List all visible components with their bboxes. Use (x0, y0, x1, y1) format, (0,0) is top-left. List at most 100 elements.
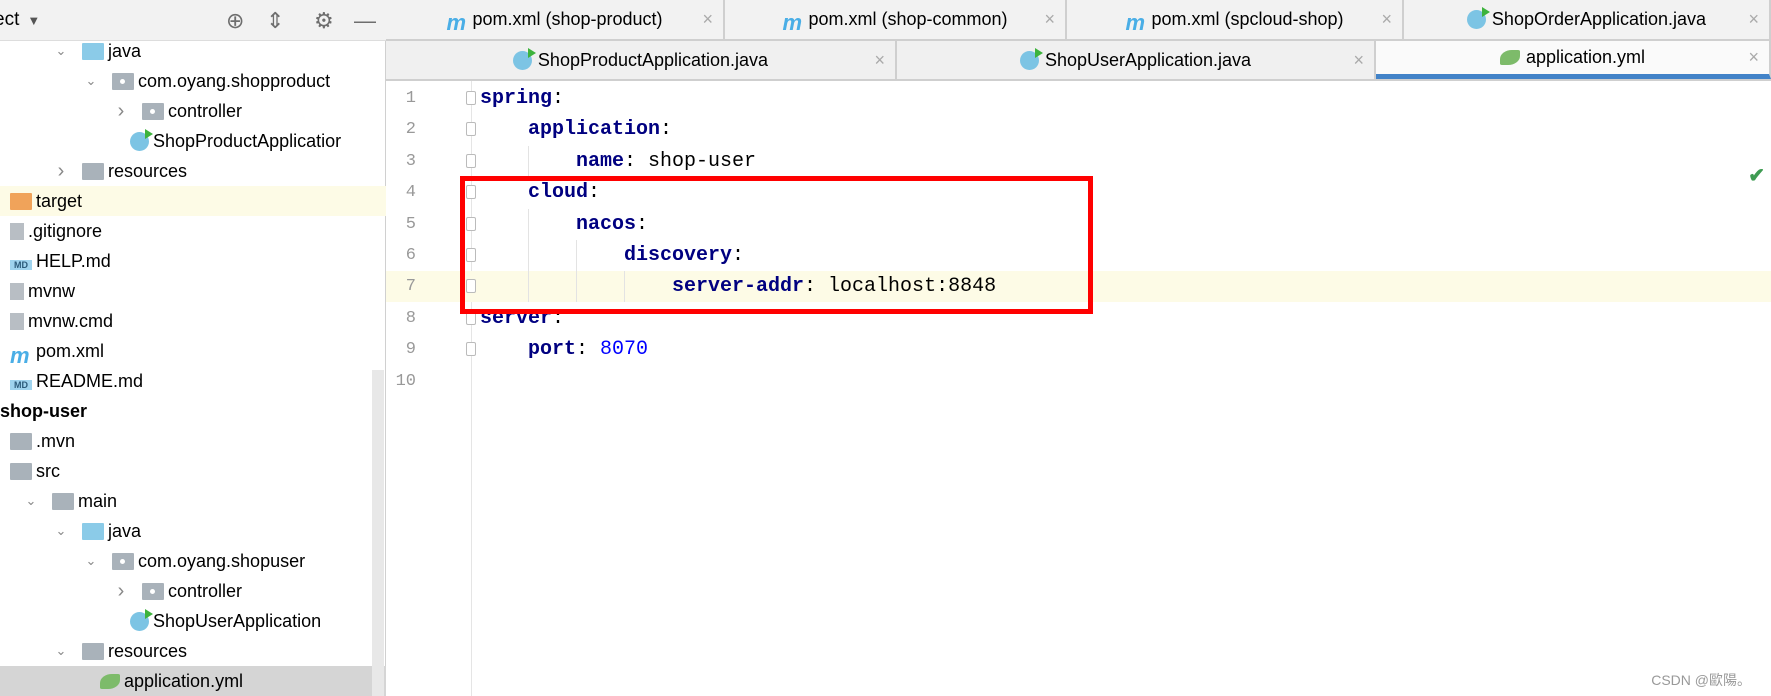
watermark: CSDN @歐陽。 (1651, 672, 1751, 688)
editor-tab[interactable]: ShopProductApplication.java × (386, 41, 897, 79)
spring-yml-icon (100, 673, 120, 689)
code-line[interactable]: 2 application: (386, 114, 1771, 145)
chevron-down-icon[interactable]: ⌄ (22, 493, 40, 509)
fold-marker-icon[interactable] (466, 342, 476, 357)
tree-item[interactable]: mvnw (0, 276, 386, 306)
maven-icon: m (1125, 9, 1146, 35)
editor-tab[interactable]: m pom.xml (shop-common) × (725, 0, 1067, 39)
tree-item-label: src (36, 460, 60, 481)
tree-item[interactable]: › controller (0, 96, 386, 126)
tree-item-label: pom.xml (36, 340, 105, 361)
close-tab-icon[interactable]: × (702, 9, 713, 30)
tree-item-label: resources (108, 160, 188, 181)
tree-item[interactable]: ⌄ java (0, 36, 386, 66)
line-number: 2 (405, 120, 416, 140)
file-icon (10, 312, 24, 330)
tab-label: pom.xml (shop-product) (472, 9, 663, 29)
tree-item[interactable]: ShopUserApplication (0, 606, 386, 636)
gear-icon[interactable]: ⚙ (314, 8, 334, 34)
tree-item[interactable]: ⌄ java (0, 516, 386, 546)
chevron-right-icon[interactable]: › (112, 580, 130, 603)
tree-item[interactable]: › controller (0, 576, 386, 606)
tree-item-label: shop-user (0, 400, 88, 421)
tree-item[interactable]: › resources (0, 156, 386, 186)
sidebar-scrollbar[interactable] (372, 370, 384, 696)
editor-tab[interactable]: m pom.xml (shop-product) × (386, 0, 725, 39)
tree-item[interactable]: .mvn (0, 426, 386, 456)
folder-icon (10, 462, 32, 480)
tree-item-label: mvnw (28, 280, 76, 301)
tab-label: ShopProductApplication.java (537, 49, 769, 70)
close-tab-icon[interactable]: × (1748, 47, 1759, 68)
md-icon: MD (10, 260, 32, 270)
code-line[interactable]: 10 (386, 366, 1771, 397)
tree-item[interactable]: application.yml (0, 666, 386, 696)
chevron-right-icon[interactable]: › (112, 100, 130, 123)
spring-class-icon (1019, 47, 1043, 70)
tree-item[interactable]: src (0, 456, 386, 486)
editor-tab[interactable]: ShopOrderApplication.java × (1404, 0, 1771, 39)
tree-item[interactable]: mvnw.cmd (0, 306, 386, 336)
spring-class-icon (130, 608, 153, 631)
line-number: 10 (395, 371, 416, 391)
fold-marker-icon[interactable] (466, 91, 476, 105)
minimize-icon[interactable]: — (354, 8, 376, 34)
tree-item[interactable]: shop-user (0, 396, 386, 426)
folder-blue-icon (82, 522, 104, 540)
tree-item[interactable]: .gitignore (0, 216, 386, 246)
tree-item-label: resources (108, 640, 188, 661)
tree-item-label: java (108, 40, 142, 61)
tree-item[interactable]: MD README.md (0, 366, 386, 396)
resources-folder-icon (82, 642, 104, 660)
spring-class-icon (1466, 7, 1490, 29)
tree-item[interactable]: ⌄ resources (0, 636, 386, 666)
editor-tab[interactable]: ShopUserApplication.java × (897, 41, 1376, 79)
fold-marker-icon[interactable] (466, 153, 476, 168)
close-tab-icon[interactable]: × (874, 50, 885, 71)
project-sidebar: ect ▼ ⊕ ⇕ ⚙ — ⌄ java ⌄ com.oyang.shopproduc… (0, 0, 386, 696)
maven-icon: m (10, 342, 30, 368)
close-tab-icon[interactable]: × (1353, 50, 1364, 71)
close-tab-icon[interactable]: × (1044, 9, 1055, 30)
yaml-key: port (528, 338, 577, 362)
project-view-title[interactable]: ect (0, 9, 19, 31)
yaml-key: spring (480, 87, 553, 110)
chevron-down-icon[interactable]: ⌄ (82, 73, 100, 89)
editor-tab[interactable]: application.yml × (1376, 41, 1771, 79)
dropdown-icon[interactable]: ▼ (27, 13, 40, 28)
tree-item-label: .gitignore (28, 220, 103, 241)
chevron-down-icon[interactable]: ⌄ (52, 523, 70, 539)
tree-item-label: main (78, 490, 118, 511)
file-icon (10, 222, 24, 240)
chevron-down-icon[interactable]: ⌄ (82, 553, 100, 569)
code-text: application: (528, 114, 672, 145)
tree-item[interactable]: ⌄ com.oyang.shopuser (0, 546, 386, 576)
close-tab-icon[interactable]: × (1748, 9, 1759, 30)
spring-class-icon (512, 47, 536, 70)
code-editor[interactable]: 1 spring: 2 application: 3 name: shop-user 4 cl… (386, 81, 1771, 696)
code-line[interactable]: 9 port: 8070 (386, 334, 1771, 365)
tree-item-label: README.md (36, 370, 144, 391)
code-line[interactable]: 1 spring: (386, 83, 1771, 114)
tree-item-label: HELP.md (36, 250, 111, 271)
close-tab-icon[interactable]: × (1381, 9, 1392, 30)
file-icon (10, 282, 24, 300)
collapse-all-icon[interactable]: ⇕ (266, 8, 284, 34)
chevron-right-icon[interactable]: › (52, 160, 70, 183)
yaml-colon: : (552, 87, 565, 110)
fold-marker-icon[interactable] (466, 122, 476, 137)
tab-label: pom.xml (shop-common) (808, 9, 1008, 29)
tree-item[interactable]: ShopProductApplicatior (0, 126, 386, 156)
tree-item[interactable]: ⌄ main (0, 486, 386, 516)
tree-item[interactable]: target (0, 186, 386, 216)
chevron-down-icon[interactable]: ⌄ (52, 43, 70, 59)
editor-tab[interactable]: m pom.xml (spcloud-shop) × (1067, 0, 1404, 39)
yaml-colon: : (624, 149, 649, 173)
tree-item[interactable]: MD HELP.md (0, 246, 386, 276)
tree-item[interactable]: ⌄ com.oyang.shopproduct (0, 66, 386, 96)
tree-item[interactable]: m pom.xml (0, 336, 386, 368)
code-line[interactable]: 3 name: shop-user (386, 145, 1771, 177)
chevron-down-icon[interactable]: ⌄ (52, 643, 70, 659)
tree-item-label: com.oyang.shopuser (138, 550, 306, 571)
locate-icon[interactable]: ⊕ (226, 8, 244, 34)
